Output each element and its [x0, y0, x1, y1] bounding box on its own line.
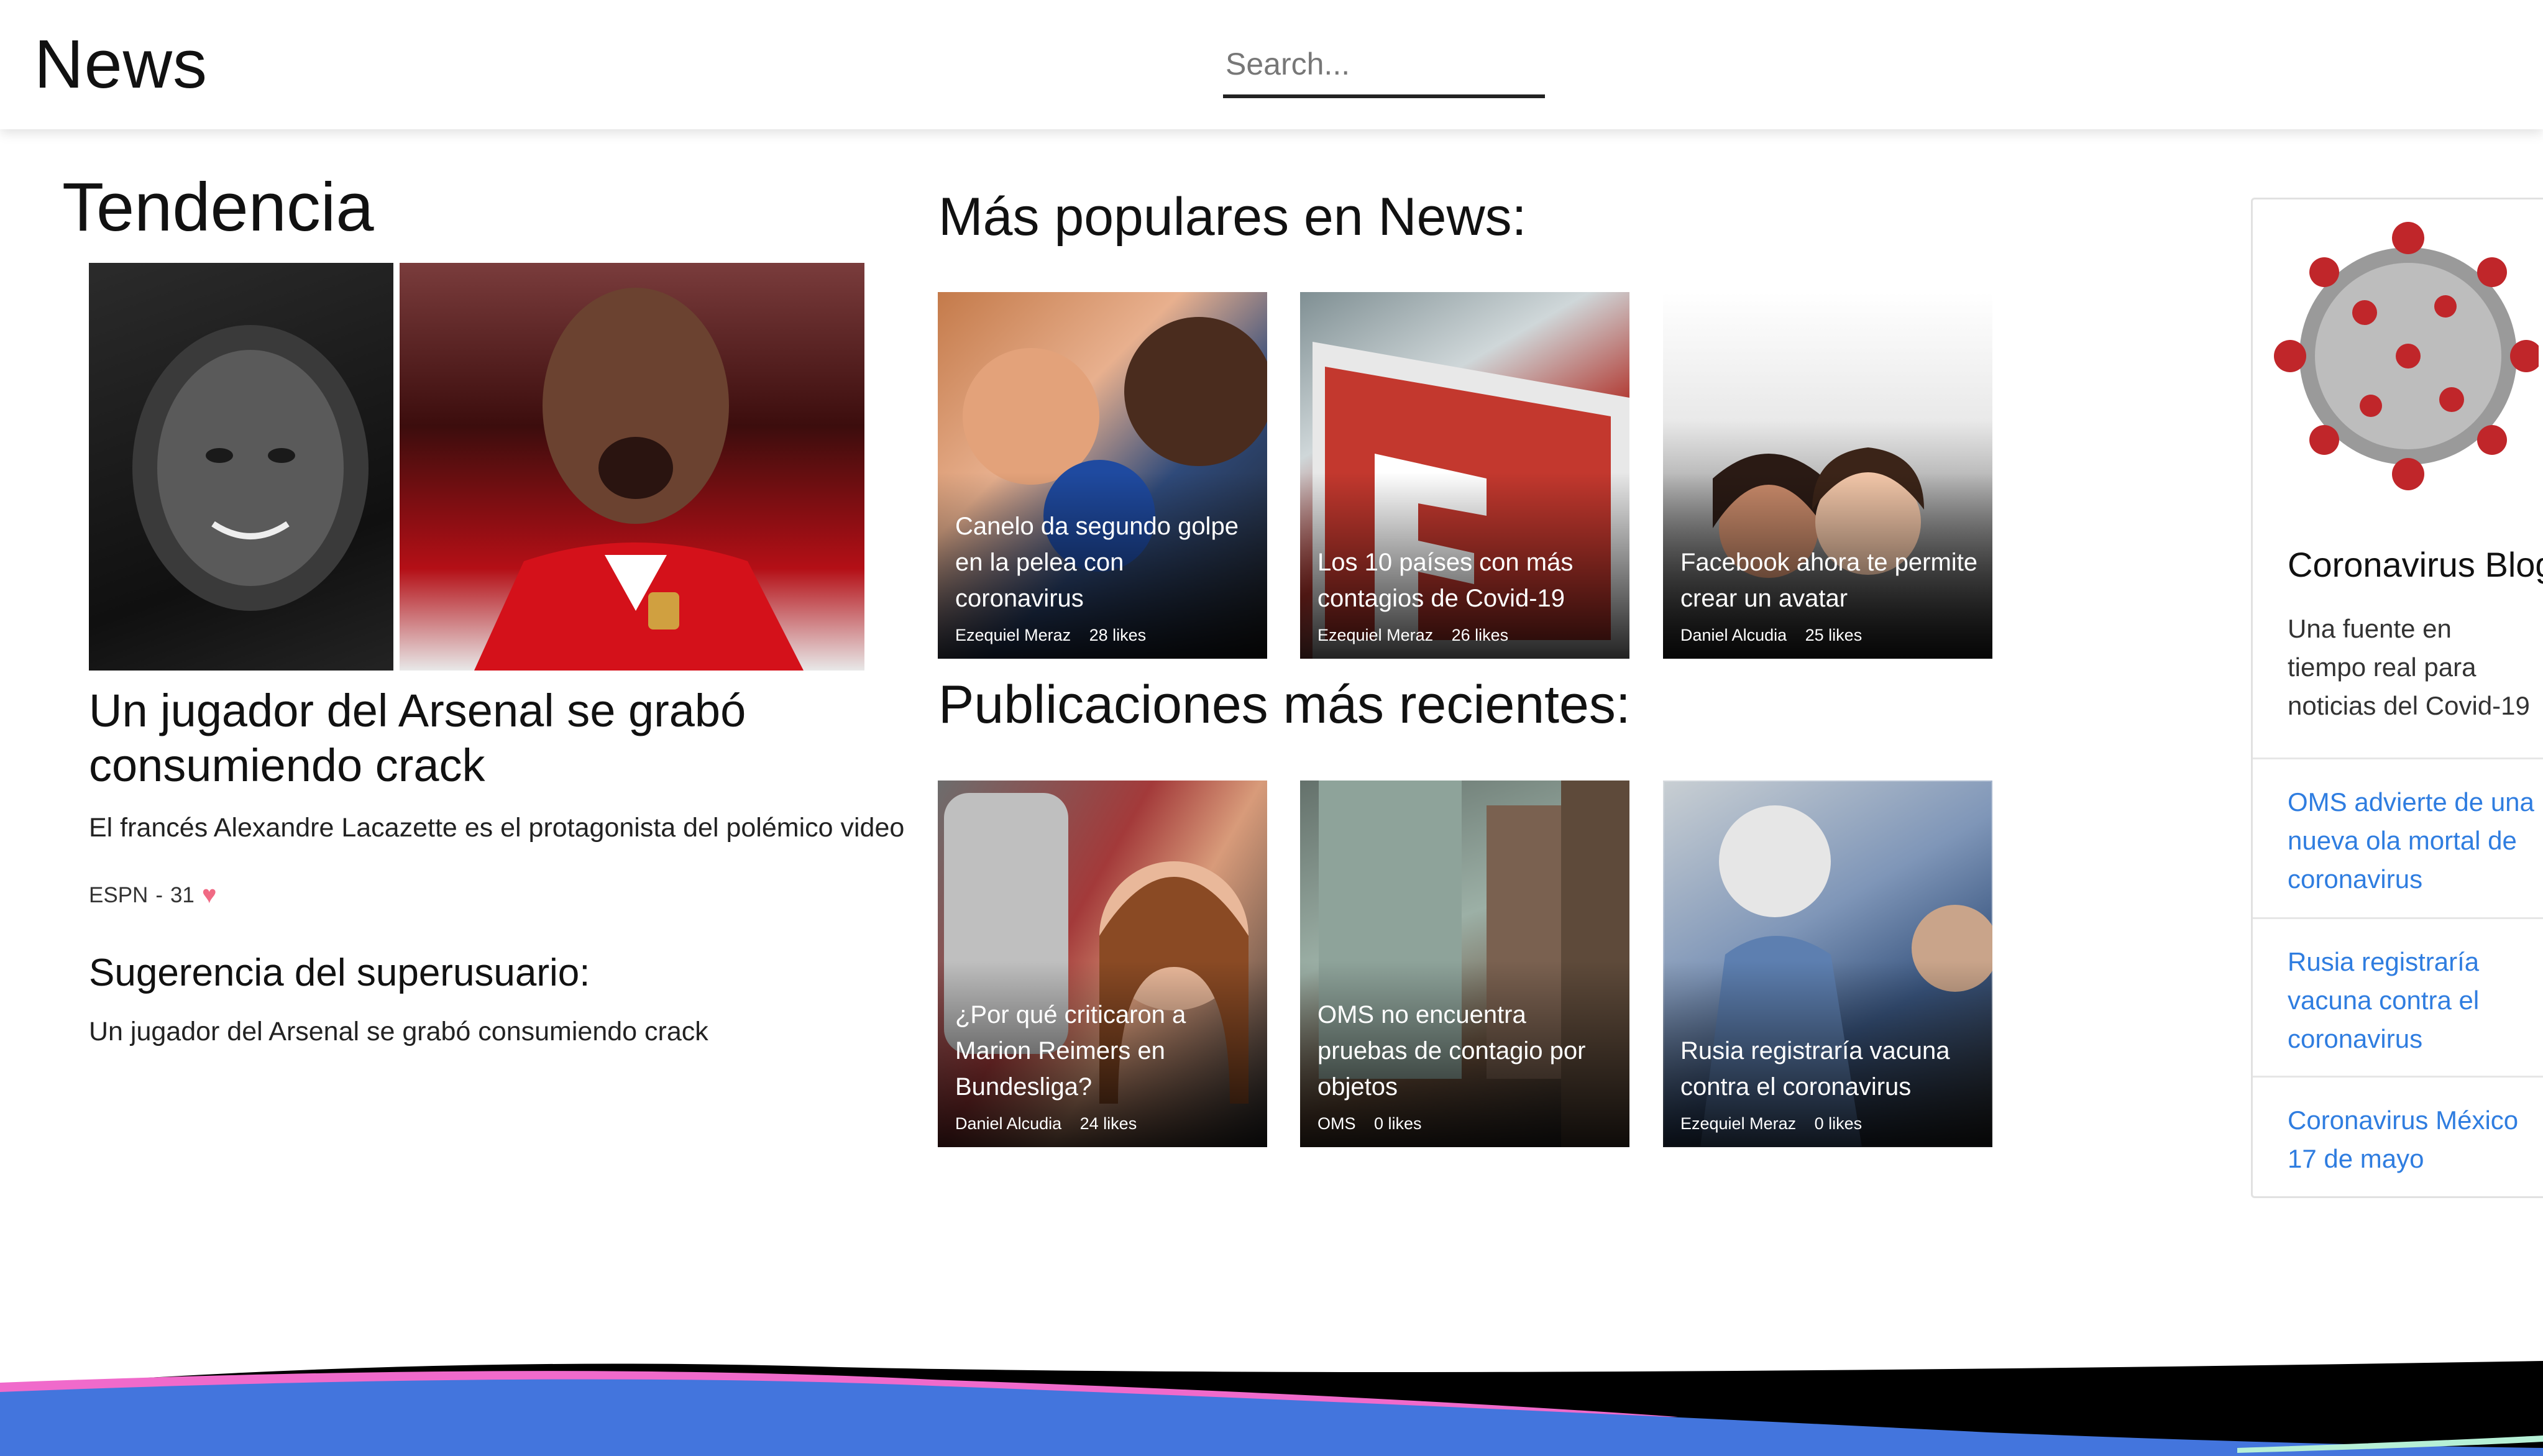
trending-image[interactable]: [89, 263, 864, 671]
blog-link-text[interactable]: Coronavirus México 17 de mayo: [2288, 1101, 2536, 1178]
popular-card[interactable]: Los 10 países con más contagios de Covid…: [1300, 292, 1629, 659]
blog-link[interactable]: OMS advierte de una nueva ola mortal de …: [2253, 758, 2543, 920]
card-author: Ezequiel Meraz: [955, 626, 1071, 644]
card-author: Ezequiel Meraz: [1317, 626, 1434, 644]
card-caption[interactable]: Facebook ahora te permite crear un avata…: [1680, 544, 1980, 616]
portrait-tattoo-graphic: [132, 325, 369, 611]
top-header: News: [0, 0, 2543, 129]
trending-description: El francés Alexandre Lacazette es el pro…: [89, 813, 905, 843]
card-likes: 24 likes: [1079, 1114, 1137, 1133]
card-meta: Ezequiel Meraz 28 likes: [955, 626, 1160, 645]
recent-title: Publicaciones más recientes:: [938, 675, 1631, 735]
card-author: Daniel Alcudia: [1680, 626, 1787, 644]
suggestion-title: Sugerencia del superusuario:: [89, 951, 590, 994]
popular-card[interactable]: Facebook ahora te permite crear un avata…: [1663, 292, 1992, 659]
search-input[interactable]: [1223, 37, 1550, 91]
card-author: Ezequiel Meraz: [1680, 1114, 1797, 1133]
blog-link-text[interactable]: Rusia registraría vacuna contra el coron…: [2288, 943, 2536, 1058]
card-meta: Ezequiel Meraz 0 likes: [1680, 1114, 1876, 1133]
brand-logo[interactable]: News: [34, 25, 208, 104]
card-author: Daniel Alcudia: [955, 1114, 1062, 1133]
card-likes: 26 likes: [1451, 626, 1509, 644]
popular-title: Más populares en News:: [938, 187, 1527, 247]
card-meta: Daniel Alcudia 25 likes: [1680, 626, 1876, 645]
recent-card[interactable]: Rusia registraría vacuna contra el coron…: [1663, 781, 1992, 1147]
tattoo-photo: [89, 263, 393, 671]
trending-headline[interactable]: Un jugador del Arsenal se grabó consumie…: [89, 684, 872, 793]
blog-description: Una fuente en tiempo real para noticias …: [2288, 614, 2530, 720]
player-photo: [400, 263, 864, 671]
recent-card[interactable]: OMS no encuentra pruebas de contagio por…: [1300, 781, 1629, 1147]
card-caption[interactable]: OMS no encuentra pruebas de contagio por…: [1317, 997, 1617, 1105]
heart-icon[interactable]: ♥: [202, 881, 217, 909]
card-meta: Ezequiel Meraz 26 likes: [1317, 626, 1522, 645]
card-caption[interactable]: Rusia registraría vacuna contra el coron…: [1680, 1033, 1980, 1105]
trending-likes: 31: [170, 882, 195, 907]
image-divider: [393, 263, 400, 671]
card-meta: Daniel Alcudia 24 likes: [955, 1114, 1150, 1133]
footer-wave: [0, 1361, 2543, 1456]
player-graphic: [474, 288, 804, 671]
card-likes: 25 likes: [1805, 626, 1863, 644]
suggestion-text[interactable]: Un jugador del Arsenal se grabó consumie…: [89, 1017, 708, 1047]
trending-title: Tendencia: [62, 169, 374, 245]
card-likes: 28 likes: [1089, 626, 1147, 644]
coronavirus-blog-sidebar: Coronavirus Blog Una fuente en tiempo re…: [2251, 198, 2543, 1198]
blog-link[interactable]: Coronavirus México 17 de mayo: [2253, 1076, 2543, 1196]
card-likes: 0 likes: [1814, 1114, 1863, 1133]
meta-separator: -: [155, 882, 163, 907]
card-caption[interactable]: Los 10 países con más contagios de Covid…: [1317, 544, 1617, 616]
card-likes: 0 likes: [1374, 1114, 1422, 1133]
blog-link[interactable]: Rusia registraría vacuna contra el coron…: [2253, 917, 2543, 1080]
coronavirus-icon: [2274, 222, 2539, 490]
trending-meta: ESPN - 31 ♥: [89, 881, 217, 909]
blog-link-text[interactable]: OMS advierte de una nueva ola mortal de …: [2288, 783, 2536, 899]
card-caption[interactable]: Canelo da segundo golpe en la pelea con …: [955, 508, 1255, 616]
recent-card[interactable]: ¿Por qué criticaron a Marion Reimers en …: [938, 781, 1267, 1147]
blog-title: Coronavirus Blog: [2288, 545, 2543, 584]
trending-source: ESPN: [89, 882, 149, 907]
popular-card[interactable]: Canelo da segundo golpe en la pelea con …: [938, 292, 1267, 659]
card-author: OMS: [1317, 1114, 1356, 1133]
card-caption[interactable]: ¿Por qué criticaron a Marion Reimers en …: [955, 997, 1255, 1105]
card-meta: OMS 0 likes: [1317, 1114, 1436, 1133]
search-box[interactable]: [1223, 37, 1550, 98]
